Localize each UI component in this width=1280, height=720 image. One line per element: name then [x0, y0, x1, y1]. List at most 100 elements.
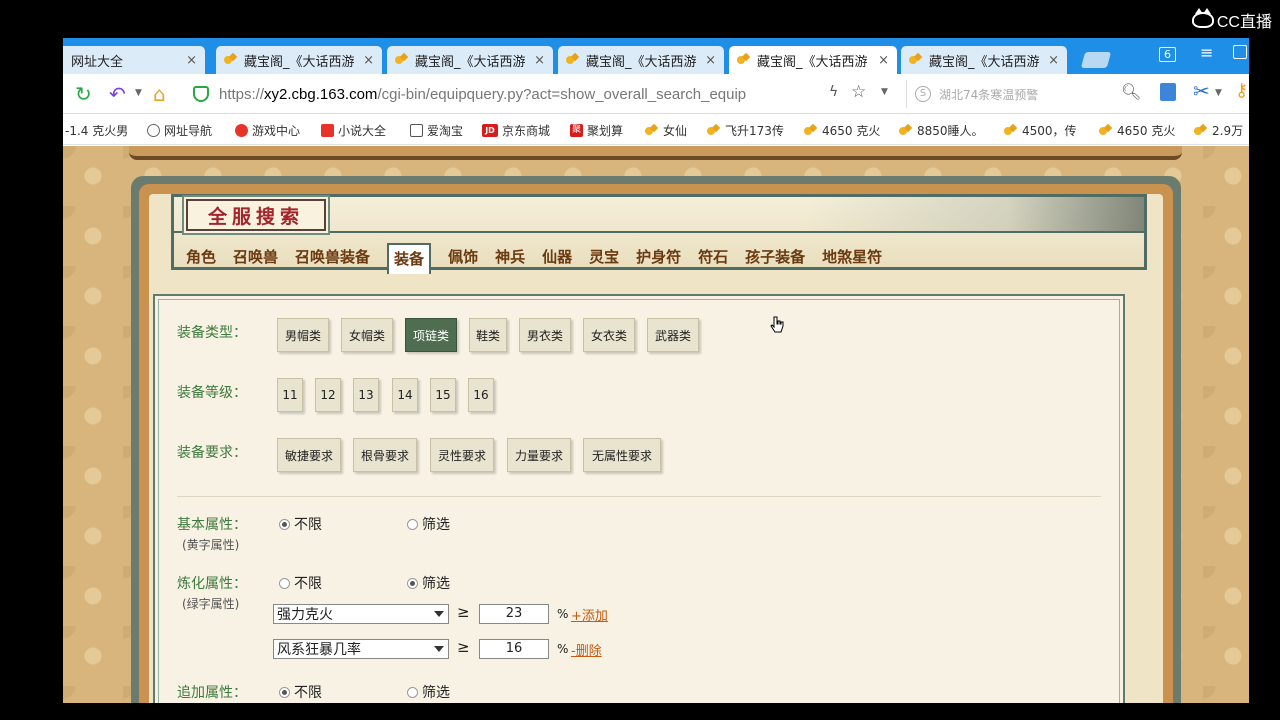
select-value: 强力克火	[277, 607, 333, 623]
tab-category[interactable]: 神兵	[495, 246, 525, 271]
equip-requirement-option[interactable]: 无属性要求	[583, 438, 661, 472]
skin-icon[interactable]	[1233, 45, 1247, 59]
equip-level-option[interactable]: 11	[277, 378, 303, 412]
tab-category[interactable]: 佩饰	[448, 246, 478, 271]
tab-category[interactable]: 地煞星符	[822, 246, 882, 271]
equip-type-option[interactable]: 武器类	[647, 318, 699, 352]
bookmark-item[interactable]: 4500，传	[1004, 122, 1077, 139]
reload-icon[interactable]: ↻	[75, 82, 92, 106]
tab-close-icon[interactable]: ×	[186, 53, 197, 68]
tab-close-icon[interactable]: ×	[363, 53, 374, 68]
equip-requirement-option[interactable]: 灵性要求	[430, 438, 494, 472]
refine-attr-unlimited-radio[interactable]: 不限	[279, 573, 322, 593]
bookmark-label: 小说大全	[338, 124, 387, 138]
tab-category[interactable]: 仙器	[542, 246, 572, 271]
tab-cbg-2[interactable]: 藏宝阁_《大话西游 ×	[387, 46, 553, 74]
tab-category[interactable]: 灵宝	[589, 246, 619, 271]
bookmark-label: 京东商城	[502, 124, 551, 138]
scissors-icon[interactable]: ✂	[1193, 79, 1210, 103]
tab-close-icon[interactable]: ×	[1048, 53, 1059, 68]
tab-category-active[interactable]: 装备	[387, 243, 432, 274]
refine-attr-sublabel: (绿字属性)	[182, 597, 240, 611]
tab-cbg-3[interactable]: 藏宝阁_《大话西游 ×	[558, 46, 724, 74]
undo-icon[interactable]: ↶	[109, 82, 126, 106]
bookmark-item[interactable]: 2.9万	[1194, 122, 1243, 139]
tab-category[interactable]: 角色	[186, 246, 216, 271]
radio-dot	[407, 518, 418, 530]
refine-attr-select[interactable]: 风系狂暴几率	[273, 639, 449, 659]
bookmark-item[interactable]: 爱淘宝	[410, 122, 463, 139]
equip-level-option[interactable]: 13	[353, 378, 379, 412]
tab-close-icon[interactable]: ×	[534, 53, 545, 68]
chevron-down-icon[interactable]: ▼	[881, 87, 888, 97]
tab-cbg-active[interactable]: 藏宝阁_《大话西游 ×	[729, 46, 897, 74]
bookmark-item[interactable]: JD 京东商城	[482, 122, 550, 139]
bookmark-item[interactable]: 8850睡人。	[899, 122, 984, 139]
tab-cbg-5[interactable]: 藏宝阁_《大话西游 ×	[901, 46, 1067, 74]
bookmark-item[interactable]: 4650 克火	[804, 122, 880, 139]
refine-value-input[interactable]: 23	[479, 604, 549, 624]
extension-icon[interactable]: ⚷	[1235, 80, 1248, 101]
search-frame-inner: 全服搜索 角色 召唤兽 召唤兽装备 装备 佩饰 神兵 仙器 灵宝 护身符 符石 …	[139, 184, 1173, 703]
search-icon[interactable]: 🔍︎	[1121, 82, 1141, 101]
equip-level-option[interactable]: 14	[392, 378, 418, 412]
bookmark-item[interactable]: 聚聚划算	[570, 122, 623, 139]
tab-title: 藏宝阁_《大话西游	[244, 54, 355, 70]
refine-attr-label: 炼化属性：	[177, 576, 247, 592]
equip-type-option[interactable]: 鞋类	[469, 318, 507, 352]
equip-type-option[interactable]: 男帽类	[277, 318, 329, 352]
extension-icon[interactable]	[1160, 83, 1176, 101]
equip-type-option-selected[interactable]: 项链类	[405, 318, 457, 352]
tab-category[interactable]: 召唤兽	[233, 246, 278, 271]
bookmark-item[interactable]: 4650 克火	[1099, 122, 1175, 139]
bookmark-item[interactable]: 飞升173传	[707, 122, 784, 139]
equip-requirement-option[interactable]: 敏捷要求	[277, 438, 341, 472]
bookmark-item[interactable]: 小说大全	[321, 122, 386, 139]
equip-type-option[interactable]: 女帽类	[341, 318, 393, 352]
home-icon[interactable]: ⌂	[153, 82, 166, 106]
search-placeholder: 湖北74条寒温预警	[939, 87, 1039, 102]
equip-type-option[interactable]: 女衣类	[583, 318, 635, 352]
page-content: 全服搜索 角色 召唤兽 召唤兽装备 装备 佩饰 神兵 仙器 灵宝 护身符 符石 …	[63, 146, 1249, 703]
bookmark-item[interactable]: 网址导航	[147, 122, 212, 139]
tab-category[interactable]: 召唤兽装备	[295, 246, 370, 271]
extra-attr-unlimited-radio[interactable]: 不限	[279, 682, 322, 702]
bookmark-item[interactable]: 游戏中心	[235, 122, 300, 139]
refine-value-input[interactable]: 16	[479, 639, 549, 659]
equip-type-option[interactable]: 男衣类	[519, 318, 571, 352]
jd-icon: JD	[482, 124, 498, 137]
tab-category[interactable]: 符石	[698, 246, 728, 271]
basic-attr-filter-radio[interactable]: 筛选	[407, 514, 450, 534]
equip-level-option[interactable]: 12	[315, 378, 341, 412]
add-row-link[interactable]: +添加	[571, 605, 608, 624]
tab-cbg-1[interactable]: 藏宝阁_《大话西游 ×	[216, 46, 382, 74]
new-tab-button[interactable]	[1080, 52, 1112, 68]
bookmark-item[interactable]: -1.4 克火男	[65, 122, 128, 139]
tab-category[interactable]: 孩子装备	[745, 246, 805, 271]
delete-row-link[interactable]: -删除	[571, 640, 602, 659]
tab-close-icon[interactable]: ×	[705, 53, 716, 68]
bookmark-item[interactable]: 女仙	[645, 122, 687, 139]
url-text[interactable]: https://xy2.cbg.163.com/cgi-bin/equipque…	[219, 86, 746, 103]
url-input[interactable]: https://xy2.cbg.163.com/cgi-bin/equipque…	[193, 80, 893, 108]
tab-count-badge[interactable]: 6	[1159, 47, 1176, 62]
tab-nav-home[interactable]: 网址大全 ×	[63, 46, 205, 74]
equip-requirement-option[interactable]: 根骨要求	[353, 438, 417, 472]
refine-attr-filter-radio[interactable]: 筛选	[407, 573, 450, 593]
extra-attr-filter-radio[interactable]: 筛选	[407, 682, 450, 702]
search-frame: 全服搜索 角色 召唤兽 召唤兽装备 装备 佩饰 神兵 仙器 灵宝 护身符 符石 …	[131, 176, 1181, 703]
chevron-down-icon[interactable]: ▼	[1215, 88, 1222, 98]
equip-requirement-option[interactable]: 力量要求	[507, 438, 571, 472]
tab-close-icon[interactable]: ×	[878, 53, 889, 68]
equip-level-option[interactable]: 16	[468, 378, 494, 412]
basic-attr-unlimited-radio[interactable]: 不限	[279, 514, 322, 534]
star-icon[interactable]: ☆	[851, 82, 866, 102]
tab-category[interactable]: 护身符	[636, 246, 681, 271]
equip-level-option[interactable]: 15	[430, 378, 456, 412]
search-input[interactable]: S 湖北74条寒温预警	[906, 80, 1141, 108]
menu-icon[interactable]: ≡	[1200, 43, 1213, 62]
refine-attr-select[interactable]: 强力克火	[273, 604, 449, 624]
cc-cat-icon	[1191, 8, 1214, 28]
bolt-icon[interactable]: ϟ	[829, 84, 838, 100]
chevron-down-icon[interactable]: ▼	[135, 88, 142, 98]
